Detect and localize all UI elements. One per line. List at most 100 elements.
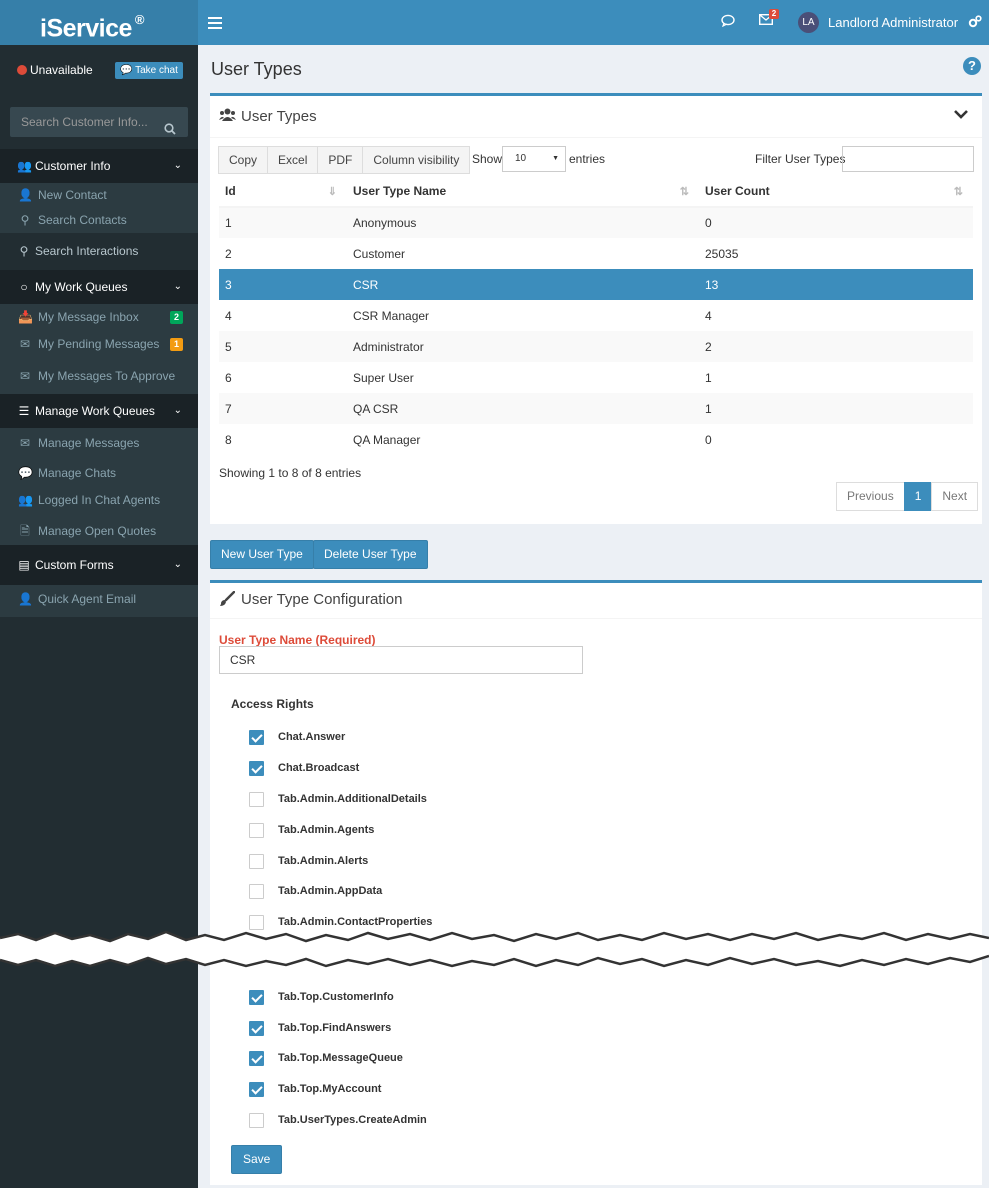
- top-navbar: iService ® 2 LA Landlord Administrator: [0, 0, 989, 45]
- page-title: User Types: [211, 59, 302, 79]
- gears-icon[interactable]: [968, 15, 982, 31]
- envelope-clock-icon: ✉: [19, 337, 31, 351]
- table-row[interactable]: 1 Anonymous 0: [219, 207, 973, 238]
- delete-user-type-button[interactable]: Delete User Type: [313, 540, 428, 569]
- checkbox-unchecked[interactable]: [249, 792, 264, 807]
- config-panel-header: User Type Configuration: [210, 583, 982, 619]
- access-rights-label: Access Rights: [231, 697, 314, 711]
- sidebar-item-customer-info[interactable]: 👥 Customer Info ⌄: [0, 149, 198, 183]
- filter-user-types-input[interactable]: [842, 146, 974, 172]
- pagination: Previous 1 Next: [836, 482, 979, 511]
- agents-icon: 👥: [18, 493, 33, 507]
- copy-button[interactable]: Copy: [218, 146, 269, 174]
- mail-badge: 2: [769, 9, 779, 19]
- previous-page-button[interactable]: Previous: [836, 482, 905, 511]
- chat-bubble-icon[interactable]: [721, 14, 735, 30]
- app-logo[interactable]: iService ®: [0, 0, 198, 45]
- user-types-table: Id ⇓ User Type Name ⇅ User Count ⇅ 1 Anonymo…: [219, 176, 973, 455]
- sidebar-item-manage-messages[interactable]: ✉ Manage Messages: [0, 428, 198, 458]
- checkbox-unchecked[interactable]: [249, 823, 264, 838]
- torn-page-separator: [0, 930, 989, 968]
- table-row-selected[interactable]: 3 CSR 13: [219, 269, 973, 300]
- user-types-panel: User Types Copy Excel PDF Column visibil…: [210, 93, 982, 524]
- sidebar-item-my-pending-messages[interactable]: ✉ My Pending Messages 1: [0, 331, 198, 358]
- checkbox-unchecked[interactable]: [249, 1113, 264, 1128]
- panel-header: User Types: [210, 96, 982, 138]
- checkbox-checked[interactable]: [249, 1021, 264, 1036]
- sidebar-item-my-message-inbox[interactable]: 📥 My Message Inbox 2: [0, 304, 198, 331]
- table-row[interactable]: 8 QA Manager 0: [219, 424, 973, 455]
- config-panel-title: User Type Configuration: [241, 591, 403, 608]
- agent-status[interactable]: Unavailable: [17, 63, 93, 77]
- sidebar-item-search-interactions[interactable]: ⚲ Search Interactions: [0, 233, 198, 270]
- panel-title: User Types: [241, 108, 317, 125]
- table-row[interactable]: 5 Administrator 2: [219, 331, 973, 362]
- column-visibility-button[interactable]: Column visibility: [362, 146, 471, 174]
- sidebar-toggle-icon[interactable]: [208, 14, 222, 30]
- sort-asc-icon: ⇓: [327, 186, 337, 198]
- take-chat-button[interactable]: 💬 Take chat: [115, 62, 183, 79]
- table-row[interactable]: 4 CSR Manager 4: [219, 300, 973, 331]
- pending-count-badge: 1: [169, 338, 183, 351]
- user-menu[interactable]: Landlord Administrator: [828, 15, 958, 30]
- entries-label: entries: [569, 152, 606, 166]
- add-user-icon: 👤: [18, 188, 33, 202]
- page-length-select[interactable]: 10 ▼: [502, 146, 566, 172]
- checkbox-checked[interactable]: [249, 990, 264, 1005]
- chevron-down-icon: ⌄: [173, 405, 182, 416]
- search-icon[interactable]: [164, 116, 176, 146]
- user-type-configuration-panel: User Type Configuration User Type Name (…: [210, 580, 982, 1185]
- checkbox-checked[interactable]: [249, 761, 264, 776]
- envelope-gear-icon: ✉: [19, 436, 31, 450]
- checkbox-unchecked[interactable]: [249, 854, 264, 869]
- paintbrush-icon: [219, 590, 236, 610]
- sort-icon: ⇅: [953, 186, 963, 198]
- excel-button[interactable]: Excel: [267, 146, 319, 174]
- chat-icon: 💬: [18, 466, 33, 480]
- main-content: User Types ? User Types Copy Excel PDF C…: [198, 45, 989, 1188]
- table-info: Showing 1 to 8 of 8 entries: [219, 466, 362, 480]
- table-row[interactable]: 6 Super User 1: [219, 362, 973, 393]
- search-customer-input[interactable]: Search Customer Info...: [10, 107, 188, 137]
- pdf-button[interactable]: PDF: [317, 146, 364, 174]
- sidebar-item-manage-chats[interactable]: 💬 Manage Chats: [0, 458, 198, 488]
- sidebar-item-new-contact[interactable]: 👤 New Contact: [0, 183, 198, 208]
- agent-email-icon: 👤: [18, 592, 33, 606]
- column-header-user-type-name[interactable]: User Type Name ⇅: [347, 176, 699, 208]
- save-button[interactable]: Save: [231, 1145, 283, 1174]
- table-row[interactable]: 7 QA CSR 1: [219, 393, 973, 424]
- checkbox-checked[interactable]: [249, 1051, 264, 1066]
- status-dot-icon: [17, 65, 27, 75]
- sidebar: Unavailable 💬 Take chat Search Customer …: [0, 45, 198, 1188]
- sidebar-item-my-messages-to-approve[interactable]: ✉ My Messages To Approve: [0, 358, 198, 394]
- next-page-button[interactable]: Next: [931, 482, 979, 511]
- sidebar-item-quick-agent-email[interactable]: 👤 Quick Agent Email: [0, 585, 198, 617]
- inbox-icon: 📥: [18, 310, 33, 324]
- sidebar-item-logged-in-chat-agents[interactable]: 👥 Logged In Chat Agents: [0, 488, 198, 518]
- checkbox-checked[interactable]: [249, 1082, 264, 1097]
- user-type-name-label: User Type Name (Required): [219, 633, 376, 647]
- table-row[interactable]: 2 Customer 25035: [219, 238, 973, 269]
- help-icon[interactable]: ?: [963, 57, 981, 75]
- column-header-user-count[interactable]: User Count ⇅: [699, 176, 973, 208]
- sidebar-item-my-work-queues[interactable]: ○ My Work Queues ⌄: [0, 270, 198, 304]
- column-header-id[interactable]: Id ⇓: [219, 176, 347, 208]
- avatar[interactable]: LA: [798, 12, 819, 33]
- inbox-count-badge: 2: [169, 311, 183, 324]
- checkbox-checked[interactable]: [249, 730, 264, 745]
- sidebar-item-manage-open-quotes[interactable]: 🗎 Manage Open Quotes: [0, 518, 198, 545]
- sidebar-item-custom-forms[interactable]: ▤ Custom Forms ⌄: [0, 545, 198, 585]
- filter-label: Filter User Types: [755, 152, 846, 166]
- user-type-name-input[interactable]: CSR: [219, 646, 583, 674]
- collapse-chevron-icon[interactable]: [954, 106, 968, 122]
- sidebar-item-manage-work-queues[interactable]: ☰ Manage Work Queues ⌄: [0, 394, 198, 428]
- page-1-button[interactable]: 1: [903, 482, 933, 511]
- sort-icon: ⇅: [679, 186, 689, 198]
- side-menu: 👥 Customer Info ⌄ 👤 New Contact ⚲ Search Con…: [0, 149, 198, 617]
- quote-icon: 🗎: [20, 524, 30, 538]
- sidebar-item-search-contacts[interactable]: ⚲ Search Contacts: [0, 208, 198, 233]
- new-user-type-button[interactable]: New User Type: [210, 540, 314, 569]
- search-icon: ⚲: [19, 244, 29, 258]
- checkbox-unchecked[interactable]: [249, 884, 264, 899]
- search-icon: ⚲: [20, 213, 30, 227]
